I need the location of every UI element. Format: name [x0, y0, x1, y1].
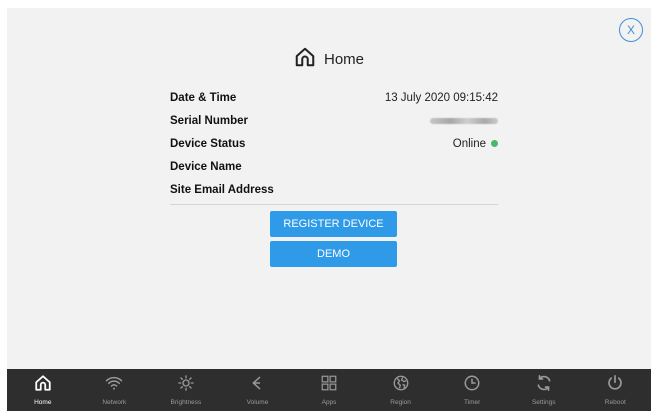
table-divider: [170, 204, 498, 205]
date-time-label: Date & Time: [170, 91, 237, 104]
redacted-serial-number: [430, 117, 498, 124]
device-name-label: Device Name: [170, 160, 242, 173]
device-status-row: Device Status Online: [170, 132, 498, 155]
nav-label-volume: Volume: [246, 398, 269, 406]
home-icon: [294, 46, 316, 73]
site-email-row: Site Email Address: [170, 178, 498, 201]
date-time-value: 13 July 2020 09:15:42: [384, 91, 498, 104]
home-icon: [34, 374, 52, 399]
settings-icon: [535, 374, 553, 399]
nav-item-region[interactable]: Region: [365, 369, 437, 411]
serial-number-value: [430, 117, 498, 124]
nav-item-volume[interactable]: Volume: [222, 369, 294, 411]
device-frame: X Home Date & Time 13 July 2020 09:15:42…: [0, 0, 657, 412]
date-time-row: Date & Time 13 July 2020 09:15:42: [170, 86, 498, 109]
device-status-value: Online: [453, 138, 498, 150]
page-title: Home: [323, 51, 364, 68]
page-header: Home: [7, 46, 651, 73]
nav-item-apps[interactable]: Apps: [293, 369, 365, 411]
nav-item-brightness[interactable]: Brightness: [150, 369, 222, 411]
serial-number-label: Serial Number: [170, 114, 248, 127]
device-name-row: Device Name: [170, 155, 498, 178]
apps-icon: [320, 374, 338, 399]
home-screen: X Home Date & Time 13 July 2020 09:15:42…: [7, 8, 651, 369]
power-icon: [606, 374, 624, 399]
nav-item-timer[interactable]: Timer: [436, 369, 508, 411]
bottom-navigation-bar: Home Network Brightness Volume Apps Regi…: [7, 369, 651, 411]
volume-icon: [248, 374, 266, 399]
nav-label-brightness: Brightness: [170, 398, 202, 406]
nav-label-network: Network: [102, 398, 127, 406]
nav-label-home: Home: [34, 398, 52, 406]
nav-label-timer: Timer: [463, 398, 481, 406]
nav-item-network[interactable]: Network: [79, 369, 151, 411]
register-device-button[interactable]: REGISTER DEVICE: [270, 211, 397, 237]
brightness-icon: [177, 374, 195, 399]
device-info-table: Date & Time 13 July 2020 09:15:42 Serial…: [170, 86, 498, 205]
site-email-label: Site Email Address: [170, 183, 274, 196]
device-status-text: Online: [452, 137, 486, 150]
device-status-label: Device Status: [170, 137, 246, 150]
clock-icon: [463, 374, 481, 399]
globe-icon: [392, 374, 410, 399]
demo-button[interactable]: DEMO: [270, 241, 397, 267]
nav-item-home[interactable]: Home: [7, 369, 79, 411]
nav-label-region: Region: [390, 398, 411, 406]
nav-item-reboot[interactable]: Reboot: [580, 369, 652, 411]
online-status-dot: [491, 140, 498, 147]
nav-label-settings: Settings: [531, 398, 556, 406]
nav-label-reboot: Reboot: [604, 398, 626, 406]
close-button[interactable]: X: [619, 18, 643, 42]
nav-item-settings[interactable]: Settings: [508, 369, 580, 411]
nav-label-apps: Apps: [321, 398, 337, 406]
serial-number-row: Serial Number: [170, 109, 498, 132]
wifi-icon: [105, 374, 123, 399]
